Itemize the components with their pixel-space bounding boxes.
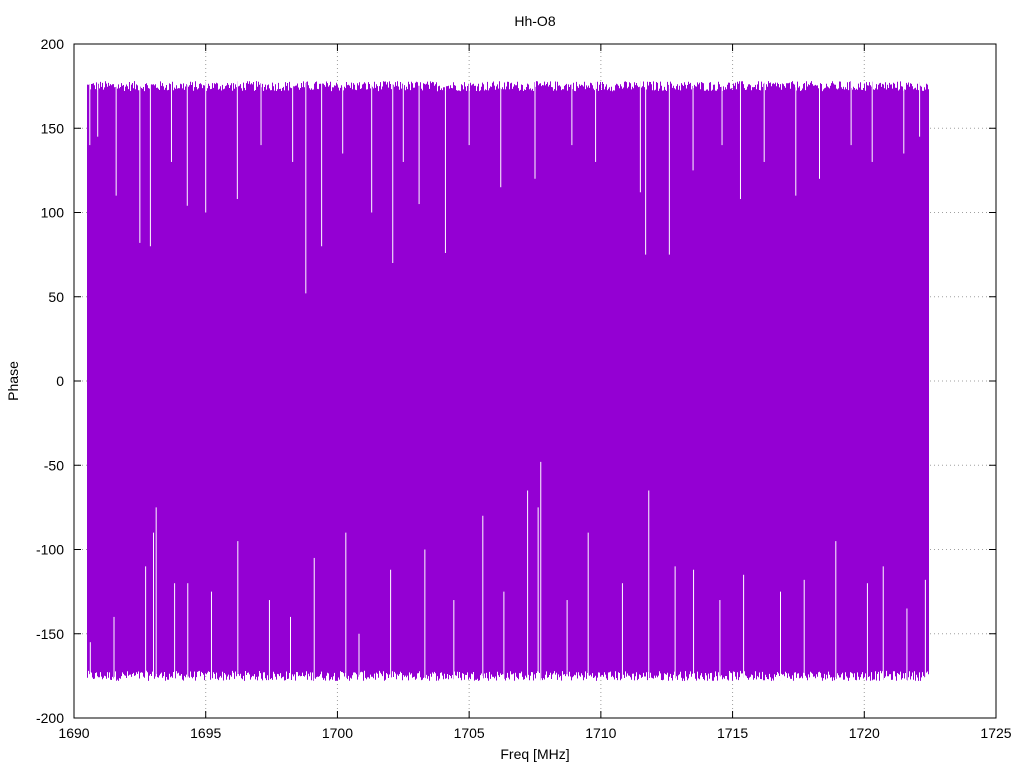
x-tick-label: 1725 bbox=[980, 725, 1011, 741]
series-phase-trace bbox=[87, 81, 929, 681]
x-tick-label: 1690 bbox=[58, 725, 89, 741]
y-tick-label: 100 bbox=[41, 205, 65, 221]
x-tick-label: 1710 bbox=[585, 725, 616, 741]
y-tick-label: 50 bbox=[48, 289, 64, 305]
x-tick-label: 1705 bbox=[454, 725, 485, 741]
y-tick-label: -200 bbox=[36, 710, 64, 726]
chart-title: Hh-O8 bbox=[514, 13, 555, 29]
x-tick-label: 1700 bbox=[322, 725, 353, 741]
x-tick-label: 1720 bbox=[849, 725, 880, 741]
x-axis-label: Freq [MHz] bbox=[500, 746, 569, 762]
y-tick-label: 150 bbox=[41, 120, 65, 136]
y-tick-label: -100 bbox=[36, 542, 64, 558]
y-tick-label: 200 bbox=[41, 36, 65, 52]
x-tick-label: 1695 bbox=[190, 725, 221, 741]
y-tick-label: -150 bbox=[36, 626, 64, 642]
y-tick-label: -50 bbox=[44, 457, 64, 473]
y-tick-label: 0 bbox=[56, 373, 64, 389]
phase-chart: 1690 1695 1700 1705 1710 1715 1720 1725 -200 -150… bbox=[0, 0, 1024, 768]
y-axis-label: Phase bbox=[5, 361, 21, 401]
series-phase bbox=[87, 81, 929, 681]
x-tick-label: 1715 bbox=[717, 725, 748, 741]
